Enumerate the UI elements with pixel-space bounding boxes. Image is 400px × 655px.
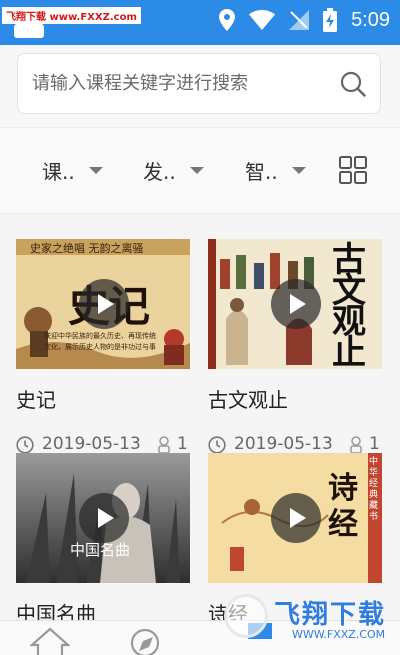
thumb-side-text: 中华经典藏书: [369, 457, 379, 522]
course-count: 1: [369, 434, 380, 454]
course-title: 中国名曲: [16, 602, 96, 620]
course-thumbnail[interactable]: 古文观止: [208, 239, 382, 369]
watermark-logo-icon: [224, 594, 268, 638]
search-icon[interactable]: [340, 71, 366, 97]
course-thumbnail[interactable]: 史家之绝唱 无韵之离骚 史记 联迎中华民族的最久历史、再现传统文化，展示历史人物…: [16, 239, 190, 369]
course-card[interactable]: 史家之绝唱 无韵之离骚 史记 联迎中华民族的最久历史、再现传统文化，展示历史人物…: [16, 239, 190, 469]
course-grid: 史家之绝唱 无韵之离骚 史记 联迎中华民族的最久历史、再现传统文化，展示历史人物…: [0, 215, 400, 620]
watermark-brand-cn: 飞翔下载: [274, 600, 387, 630]
chevron-down-icon: [189, 167, 204, 174]
status-time: 5:09: [351, 8, 390, 31]
filter-publish-dropdown[interactable]: 发..: [143, 156, 204, 185]
thumb-banner-text: 史家之绝唱 无韵之离骚: [30, 242, 144, 255]
chevron-down-icon: [291, 167, 306, 174]
no-signal-icon: [289, 10, 310, 30]
wifi-icon: [249, 10, 276, 30]
watermark-brand-url: WWW.FXXZ.COM: [292, 628, 386, 641]
thumb-main-text: 古文观止: [332, 240, 366, 369]
grid-view-icon[interactable]: [339, 156, 367, 184]
search-box: [17, 53, 381, 114]
home-icon[interactable]: [30, 627, 70, 655]
filter-bar: 课.. 发.. 智..: [0, 127, 400, 214]
status-bar: 飞翔下载 www.FXXZ.com 5:09: [0, 0, 400, 45]
person-icon: [350, 436, 362, 454]
search-area: [0, 45, 400, 127]
play-icon[interactable]: [271, 493, 321, 543]
play-icon[interactable]: [271, 279, 321, 329]
battery-charging-icon: [323, 8, 338, 32]
clock-icon: [208, 436, 226, 454]
course-date: 2019-05-13: [234, 434, 333, 454]
course-card[interactable]: 中国名曲 中国名曲: [16, 453, 190, 620]
play-icon[interactable]: [79, 493, 129, 543]
course-title: 史记: [16, 388, 56, 412]
watermark-bottom: 飞翔下载 WWW.FXXZ.COM: [222, 590, 400, 655]
course-thumbnail[interactable]: 诗经 中华经典藏书: [208, 453, 382, 583]
person-icon: [158, 436, 170, 454]
location-icon: [219, 9, 236, 31]
clock-icon: [16, 436, 34, 454]
filter-smart-dropdown[interactable]: 智..: [245, 156, 306, 185]
thumb-caption-text: 联迎中华民族的最久历史、再现传统文化，展示历史人物的是非功过与事变: [44, 332, 156, 351]
watermark-top: 飞翔下载 www.FXXZ.com: [2, 7, 141, 24]
course-title: 古文观止: [208, 388, 288, 412]
course-thumbnail[interactable]: 中国名曲: [16, 453, 190, 583]
course-count: 1: [177, 434, 188, 454]
filter-course-dropdown[interactable]: 课..: [42, 156, 103, 185]
chevron-down-icon: [88, 167, 103, 174]
filter-label: 发..: [143, 160, 176, 184]
app-icon-partial: [14, 24, 44, 38]
filter-label: 课..: [42, 160, 75, 184]
thumb-main-text: 诗经: [328, 471, 358, 542]
course-date: 2019-05-13: [42, 434, 141, 454]
filter-label: 智..: [245, 160, 278, 184]
search-input[interactable]: [32, 54, 332, 113]
course-card[interactable]: 古文观止 古文观止 2019-05-13 1: [208, 239, 382, 469]
discover-icon[interactable]: [128, 627, 162, 655]
play-icon[interactable]: [79, 279, 129, 329]
